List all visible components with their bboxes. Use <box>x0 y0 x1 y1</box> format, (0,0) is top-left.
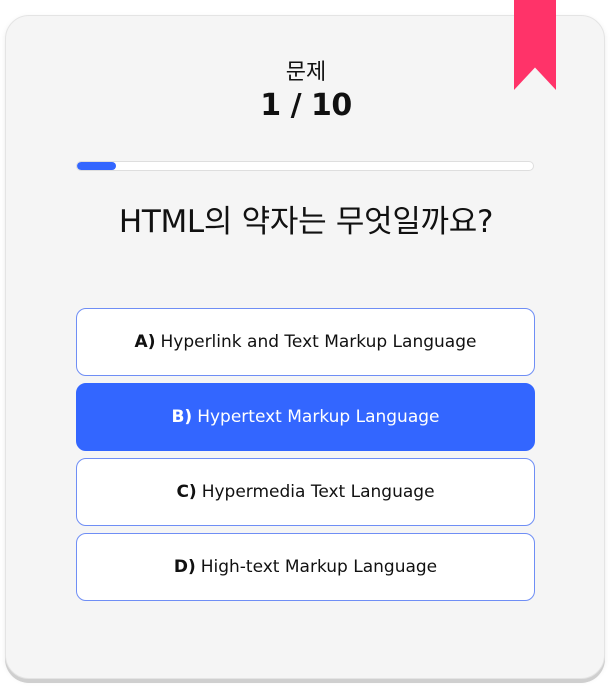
option-a-letter: A) <box>134 332 156 352</box>
option-b-letter: B) <box>171 407 193 427</box>
option-a-text: Hyperlink and Text Markup Language <box>160 332 477 352</box>
progress-bar <box>76 161 534 171</box>
option-b-text: Hypertext Markup Language <box>197 407 440 427</box>
question-text: HTML의 약자는 무엇일까요? <box>118 204 494 240</box>
question-label: 문제 <box>285 60 327 85</box>
progress-bar-fill <box>77 162 116 170</box>
option-c-letter: C) <box>176 482 197 502</box>
option-c-button[interactable]: C) Hypermedia Text Language <box>76 458 535 526</box>
option-d-letter: D) <box>173 557 196 577</box>
question-header: 문제 1 / 10 <box>0 58 612 124</box>
answer-options: A) Hyperlink and Text Markup Language B)… <box>76 308 535 608</box>
option-c-text: Hypermedia Text Language <box>201 482 435 502</box>
question-counter: 1 / 10 <box>260 88 352 123</box>
option-d-button[interactable]: D) High-text Markup Language <box>76 533 535 601</box>
option-a-button[interactable]: A) Hyperlink and Text Markup Language <box>76 308 535 376</box>
option-b-button[interactable]: B) Hypertext Markup Language <box>76 383 535 451</box>
option-d-text: High-text Markup Language <box>200 557 438 577</box>
